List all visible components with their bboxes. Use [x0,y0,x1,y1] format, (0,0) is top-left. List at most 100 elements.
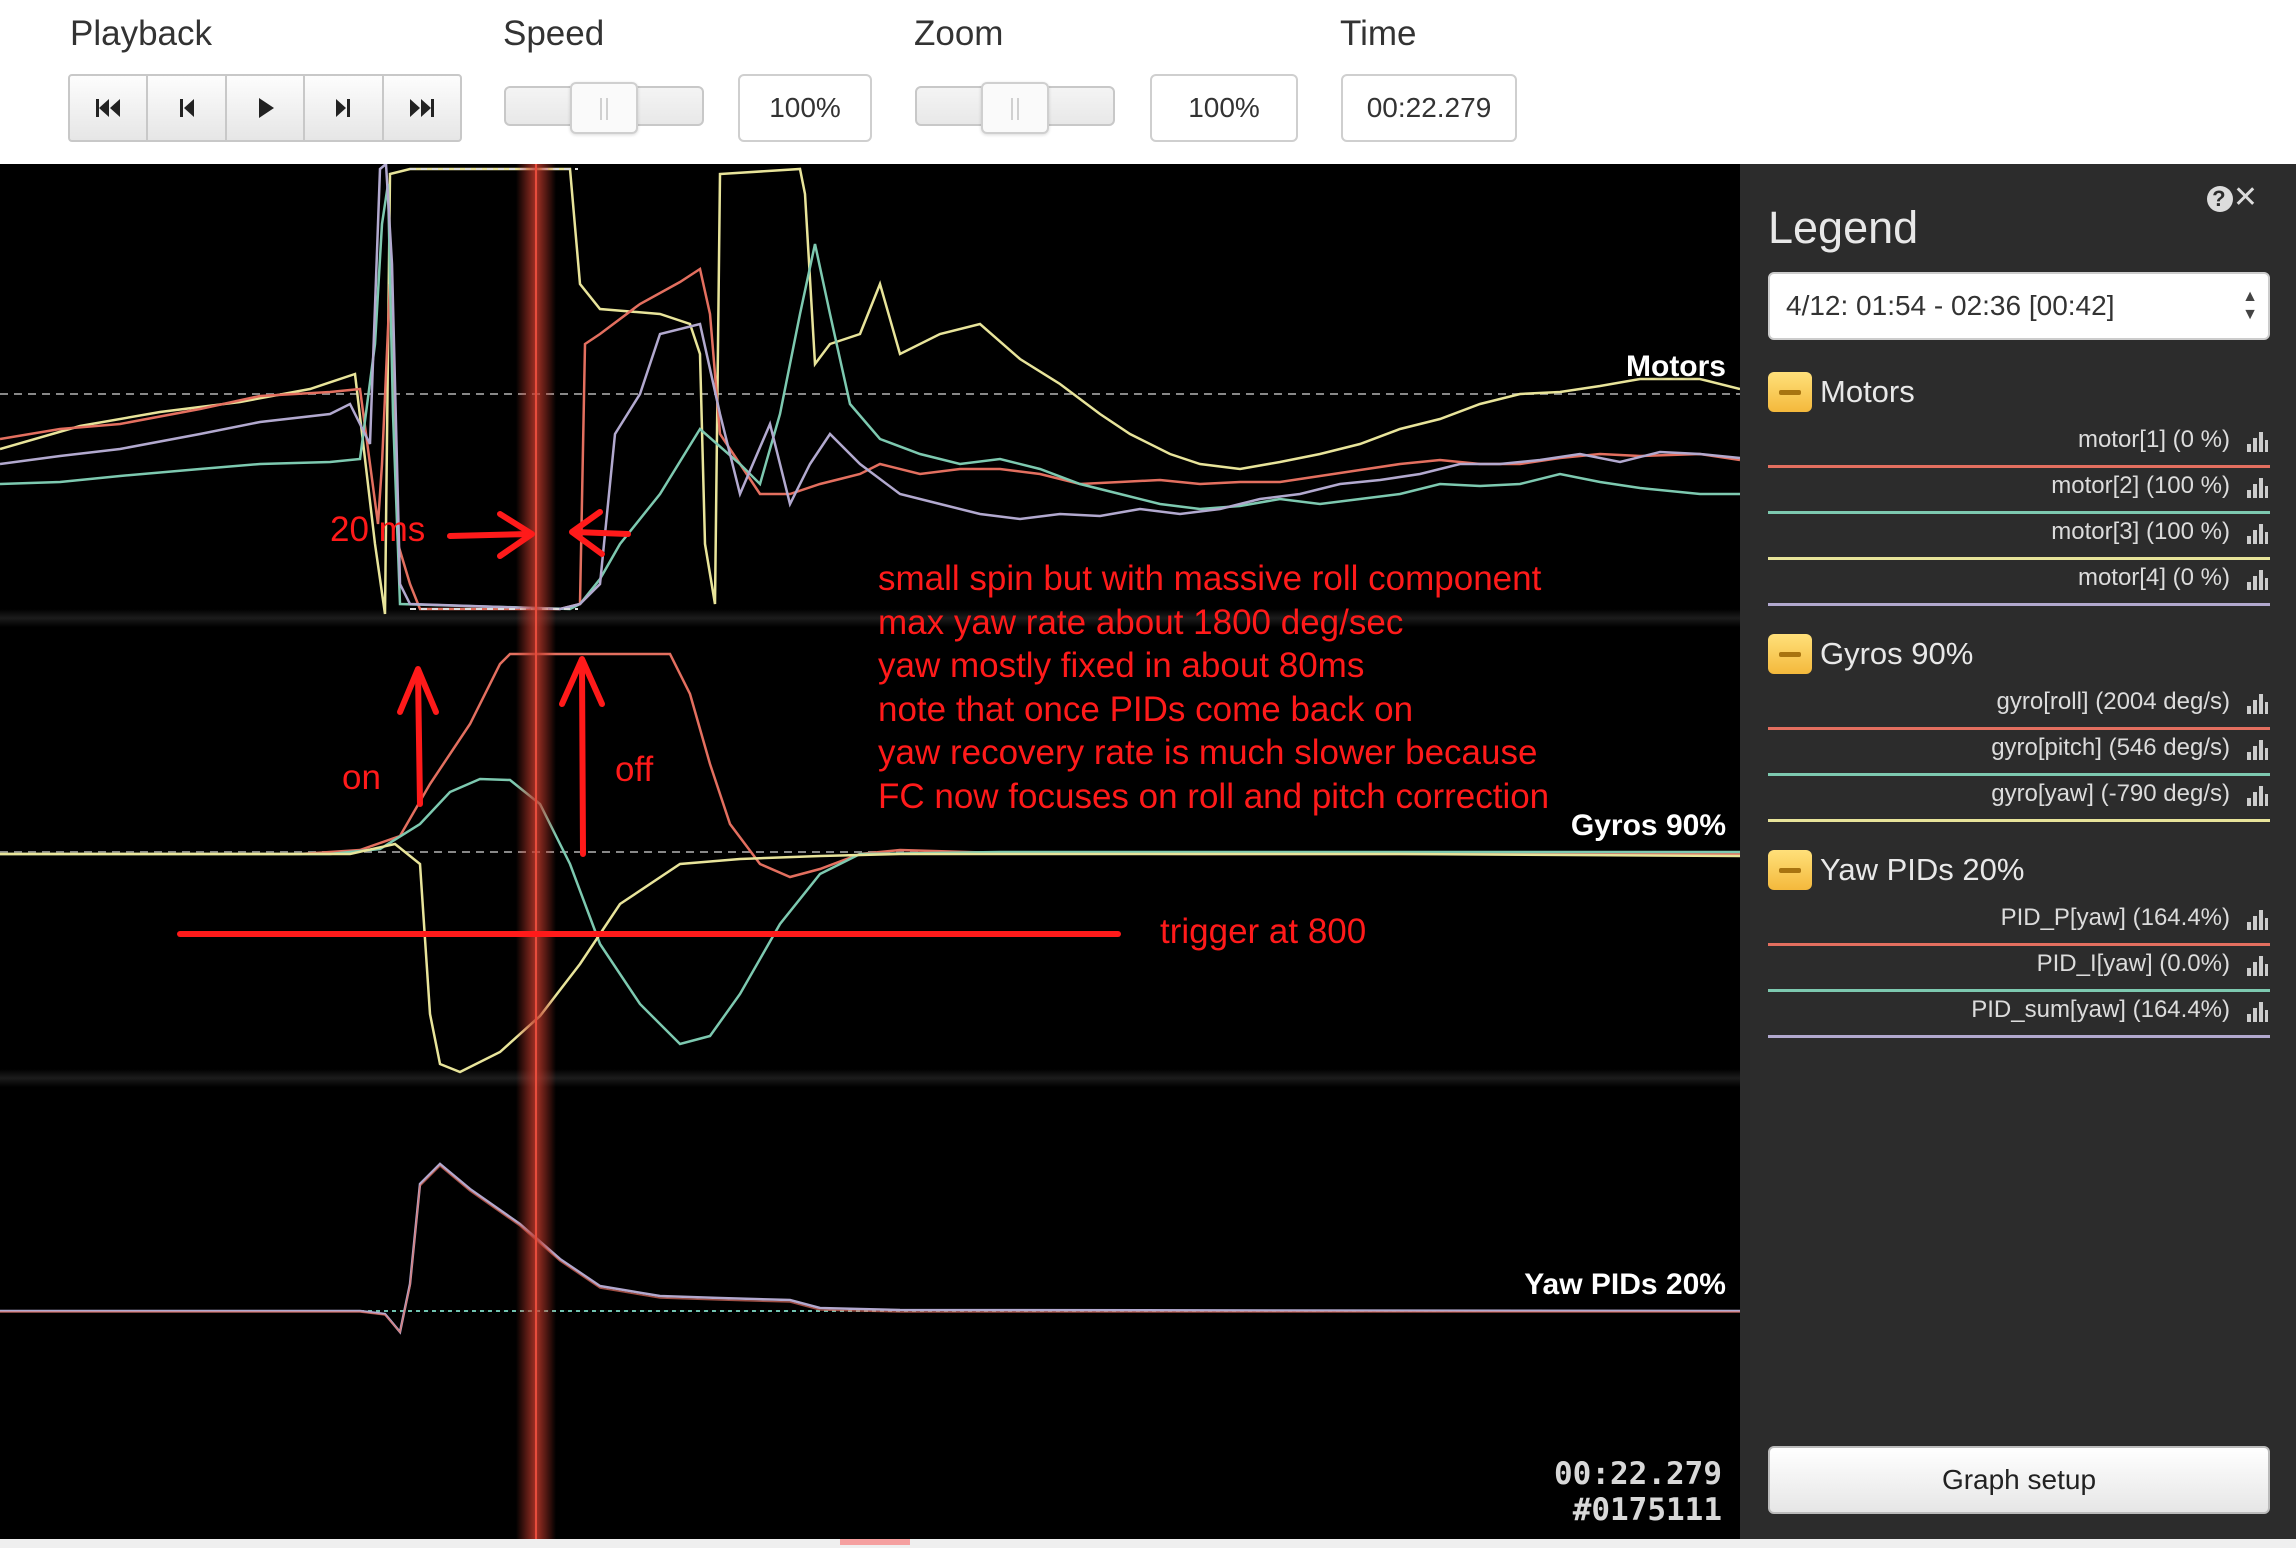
legend-series-motor1[interactable]: motor[1] (0 %) [1768,422,2270,468]
series-analyser-icon[interactable] [2246,784,2268,806]
legend-panel: ? ✕ Legend 4/12: 01:54 - 02:36 [00:42] ▲ ▼… [1740,164,2296,1539]
series-analyser-icon[interactable] [2246,1000,2268,1022]
play-button[interactable] [227,76,306,140]
legend-group-name: Yaw PIDs 20% [1820,852,2025,887]
gyro-yaw-trace [0,842,1740,1074]
legend-series-pid-sum-yaw[interactable]: PID_sum[yaw] (164.4%) [1768,992,2270,1038]
motor3-trace [0,167,1740,615]
annotation-note-line: small spin but with massive roll compone… [878,559,1542,598]
group-collapse-toggle[interactable] [1768,850,1812,890]
annotation-note-line: FC now focuses on roll and pitch correct… [878,776,1550,816]
legend-series-gyro-pitch[interactable]: gyro[pitch] (546 deg/s) [1768,730,2270,776]
time-readout: 00:22.279 [1554,1456,1722,1492]
time-field[interactable]: 00:22.279 [1341,74,1517,142]
graph-label-motors: Motors [1626,350,1726,383]
group-collapse-toggle[interactable] [1768,634,1812,674]
graph-label-gyros: Gyros 90% [1570,809,1726,842]
graph-setup-button[interactable]: Graph setup [1768,1446,2270,1514]
speed-value-field[interactable]: 100% [738,74,872,142]
play-icon [259,98,275,118]
legend-series-pid-i-yaw[interactable]: PID_I[yaw] (0.0%) [1768,946,2270,992]
legend-series-gyro-roll[interactable]: gyro[roll] (2004 deg/s) [1768,684,2270,730]
series-label: PID_sum[yaw] (164.4%) [1971,996,2230,1023]
series-label: gyro[pitch] (546 deg/s) [1991,734,2230,761]
annotation-on: on [342,758,381,797]
legend-group-name: Motors [1820,374,1915,409]
playback-label: Playback [70,14,213,53]
annotation-off: off [615,750,654,789]
series-analyser-icon[interactable] [2246,954,2268,976]
skip-to-end-button[interactable] [384,76,460,140]
log-graph-canvas[interactable]: Motors Gyros 90% Yaw PIDs 20% 20 ms on o… [0,164,1740,1539]
speed-slider-thumb[interactable] [570,82,638,134]
speed-slider[interactable] [504,82,704,134]
series-analyser-icon[interactable] [2246,568,2268,590]
bottom-scrollbar[interactable] [0,1539,2296,1548]
step-forward-button[interactable] [305,76,384,140]
graph-separator [0,1069,1740,1087]
close-icon[interactable]: ✕ [2233,181,2260,214]
annotation-arrow-off [579,661,586,857]
zoom-value-field[interactable]: 100% [1150,74,1298,142]
series-analyser-icon[interactable] [2246,692,2268,714]
zoom-label: Zoom [914,14,1004,53]
skip-to-start-icon [96,99,121,117]
series-label: motor[2] (100 %) [2051,472,2230,499]
toolbar: Playback Speed 100% Zoom 100% Time 00:22… [0,0,2296,164]
log-select-dropdown[interactable]: 4/12: 01:54 - 02:36 [00:42] ▲ ▼ [1768,272,2270,340]
series-label: motor[3] (100 %) [2051,518,2230,545]
series-analyser-icon[interactable] [2246,738,2268,760]
scroll-position-marker[interactable] [840,1539,910,1545]
annotation-20ms: 20 ms [330,510,426,549]
legend-series-motor4[interactable]: motor[4] (0 %) [1768,560,2270,606]
graph-plot [0,164,1740,1539]
legend-group-gyros: Gyros 90% [1768,632,1973,676]
series-analyser-icon[interactable] [2246,522,2268,544]
skip-to-end-icon [409,99,434,117]
series-analyser-icon[interactable] [2246,430,2268,452]
annotation-note-line: max yaw rate about 1800 deg/sec [878,602,1404,642]
series-label: gyro[roll] (2004 deg/s) [1996,688,2230,715]
legend-series-pid-p-yaw[interactable]: PID_P[yaw] (164.4%) [1768,900,2270,946]
legend-group-motors: Motors [1768,370,1915,414]
annotation-arrow-right [447,531,533,539]
motor4-trace [0,164,1740,611]
series-label: PID_P[yaw] (164.4%) [2000,904,2230,931]
annotation-arrow-left [572,529,631,537]
legend-group-yaw-pids: Yaw PIDs 20% [1768,848,2024,892]
series-analyser-icon[interactable] [2246,908,2268,930]
series-analyser-icon[interactable] [2246,476,2268,498]
annotation-trigger: trigger at 800 [1160,912,1367,951]
step-forward-icon [336,99,351,117]
zoom-slider[interactable] [915,82,1115,134]
annotation-note-line: yaw mostly fixed in about 80ms [878,646,1365,685]
series-label: motor[4] (0 %) [2077,564,2230,591]
series-label: gyro[yaw] (-790 deg/s) [1991,780,2230,807]
annotation-note-line: yaw recovery rate is much slower because [878,733,1538,772]
annotation-notes: small spin but with massive roll compone… [878,557,1549,818]
select-arrows-icon: ▲ ▼ [2242,288,2258,323]
skip-to-start-button[interactable] [70,76,149,140]
series-label: PID_I[yaw] (0.0%) [2036,950,2230,977]
series-label: motor[1] (0 %) [2077,426,2230,453]
pid-p-trace [0,1164,1740,1334]
playback-controls [68,74,462,142]
legend-help-close: ? ✕ [2206,180,2260,215]
speed-label: Speed [503,14,605,53]
legend-series-motor2[interactable]: motor[2] (100 %) [1768,468,2270,514]
annotation-arrow-on [415,671,423,807]
help-icon[interactable]: ? [2206,186,2233,213]
group-collapse-toggle[interactable] [1768,372,1812,412]
log-select-value: 4/12: 01:54 - 02:36 [00:42] [1786,290,2115,321]
annotation-note-line: note that once PIDs come back on [878,689,1414,729]
time-label: Time [1340,14,1417,53]
legend-group-name: Gyros 90% [1820,636,1974,671]
step-back-button[interactable] [148,76,227,140]
gyro-pitch-trace [0,777,1740,1046]
legend-title: Legend [1768,202,1919,253]
legend-series-motor3[interactable]: motor[3] (100 %) [1768,514,2270,560]
legend-series-gyro-yaw[interactable]: gyro[yaw] (-790 deg/s) [1768,776,2270,822]
step-back-icon [179,99,194,117]
graph-label-yaw-pids: Yaw PIDs 20% [1524,1268,1726,1301]
zoom-slider-thumb[interactable] [981,82,1049,134]
